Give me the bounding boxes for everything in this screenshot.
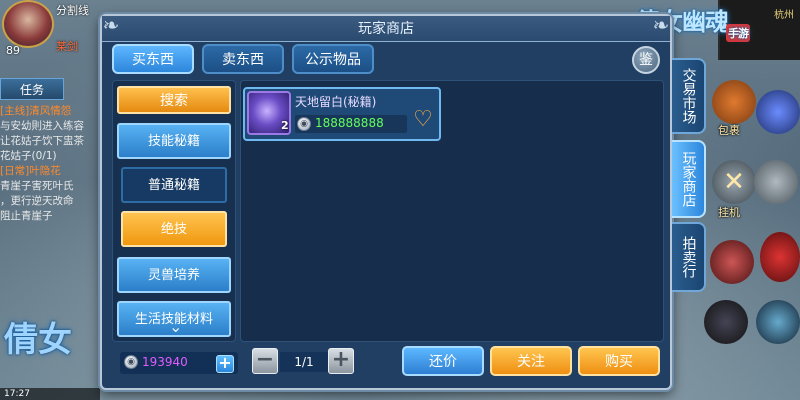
device-status-bar: 17:27 (0, 388, 100, 400)
attack-skill-icon[interactable] (760, 232, 800, 282)
corner-ornament-icon: ❧ (652, 13, 670, 37)
add-money-button[interactable]: + (216, 355, 234, 373)
silver-coin-icon: ◉ (124, 355, 138, 369)
search-button[interactable]: 搜索 (117, 86, 231, 114)
corner-ornament-icon: ❧ (102, 13, 120, 37)
item-price-row: ◉ 188888888 (295, 115, 407, 133)
item-card[interactable]: 2 天地留白(秘籍) ◉ 188888888 ♡ (243, 87, 441, 141)
autofight-icon[interactable]: ✕ (712, 160, 756, 204)
item-price: 188888888 (315, 116, 384, 130)
weapon-skill-icon[interactable] (754, 160, 798, 204)
page-prev-button[interactable]: − (252, 348, 278, 374)
player-subtitle: 某剑 (56, 40, 78, 53)
page-next-button[interactable]: + (328, 348, 354, 374)
player-name: 分割线 (56, 4, 89, 17)
bargain-button[interactable]: 还价 (402, 346, 484, 376)
bag-icon[interactable] (712, 80, 756, 124)
quest-list[interactable]: [主线]清风情怨 与安幼則进入练容 让花姑子饮下盅茶 花姑子(0/1) [日常]… (0, 104, 100, 224)
appraise-button[interactable]: 鉴 (632, 46, 660, 74)
fire-skill-icon[interactable] (710, 240, 754, 284)
mobile-badge: 手游 (726, 24, 750, 42)
category-normal-books[interactable]: 普通秘籍 (121, 167, 227, 203)
store-bottom-bar: ◉ 193940 + − 1/1 + 还价 关注 购买 (102, 346, 670, 386)
silver-coin-icon: ◉ (297, 117, 311, 131)
chevron-down-icon[interactable]: ⌄ (169, 317, 182, 336)
tab-buy[interactable]: 买东西 (112, 44, 194, 74)
tab-trade-market[interactable]: 交易市场 (672, 58, 706, 134)
bag-label: 包裹 (718, 124, 740, 137)
quest-line: 花姑子(0/1) (0, 150, 57, 162)
autofight-label: 挂机 (718, 206, 740, 219)
category-ultimate[interactable]: 绝技 (121, 211, 227, 247)
item-name: 天地留白(秘籍) (295, 95, 377, 109)
game-logo-left: 倩女 (4, 320, 72, 360)
player-store-panel: 玩家商店 ❧ ❧ 买东西 卖东西 公示物品 鉴 搜索 技能秘籍 普通秘籍 绝技 … (100, 13, 672, 390)
category-list[interactable]: 搜索 技能秘籍 普通秘籍 绝技 灵兽培养 生活技能材料 ⌄ (112, 80, 236, 342)
task-tab[interactable]: 任务 (0, 78, 64, 100)
tab-sell[interactable]: 卖东西 (202, 44, 284, 74)
player-level: 89 (6, 44, 20, 57)
quest-line: 阻止青崖子 (0, 210, 53, 222)
tab-public-items[interactable]: 公示物品 (292, 44, 374, 74)
water-skill-icon[interactable] (756, 300, 800, 344)
quest-line: [日常]叶隐花 (0, 165, 61, 177)
quest-line: [主线]清风情怨 (0, 105, 72, 117)
page-indicator: 1/1 (280, 352, 328, 372)
minimap-location: 杭州 (774, 10, 794, 21)
skill-icon[interactable] (756, 90, 800, 134)
quest-line: ，更行逆天改命 (0, 195, 74, 207)
buy-button[interactable]: 购买 (578, 346, 660, 376)
quest-line: 与安幼則进入练容 (0, 120, 84, 132)
status-time: 17:27 (4, 389, 30, 399)
follow-button[interactable]: 关注 (490, 346, 572, 376)
wolf-skill-icon[interactable] (704, 300, 748, 344)
category-skill-books[interactable]: 技能秘籍 (117, 123, 231, 159)
player-avatar[interactable] (2, 0, 54, 48)
money-amount: 193940 (142, 355, 188, 369)
quest-line: 让花姑子饮下盅茶 (0, 135, 84, 147)
tab-auction-house[interactable]: 拍卖行 (672, 222, 706, 292)
item-grid: 2 天地留白(秘籍) ◉ 188888888 ♡ (240, 80, 664, 342)
category-pet-training[interactable]: 灵兽培养 (117, 257, 231, 293)
store-title: 玩家商店 (102, 16, 670, 42)
quest-line: 青崖子害死叶氏 (0, 180, 74, 192)
heart-icon[interactable]: ♡ (411, 109, 435, 133)
tab-player-store[interactable]: 玩家商店 (672, 140, 706, 218)
item-quantity: 2 (281, 119, 289, 132)
